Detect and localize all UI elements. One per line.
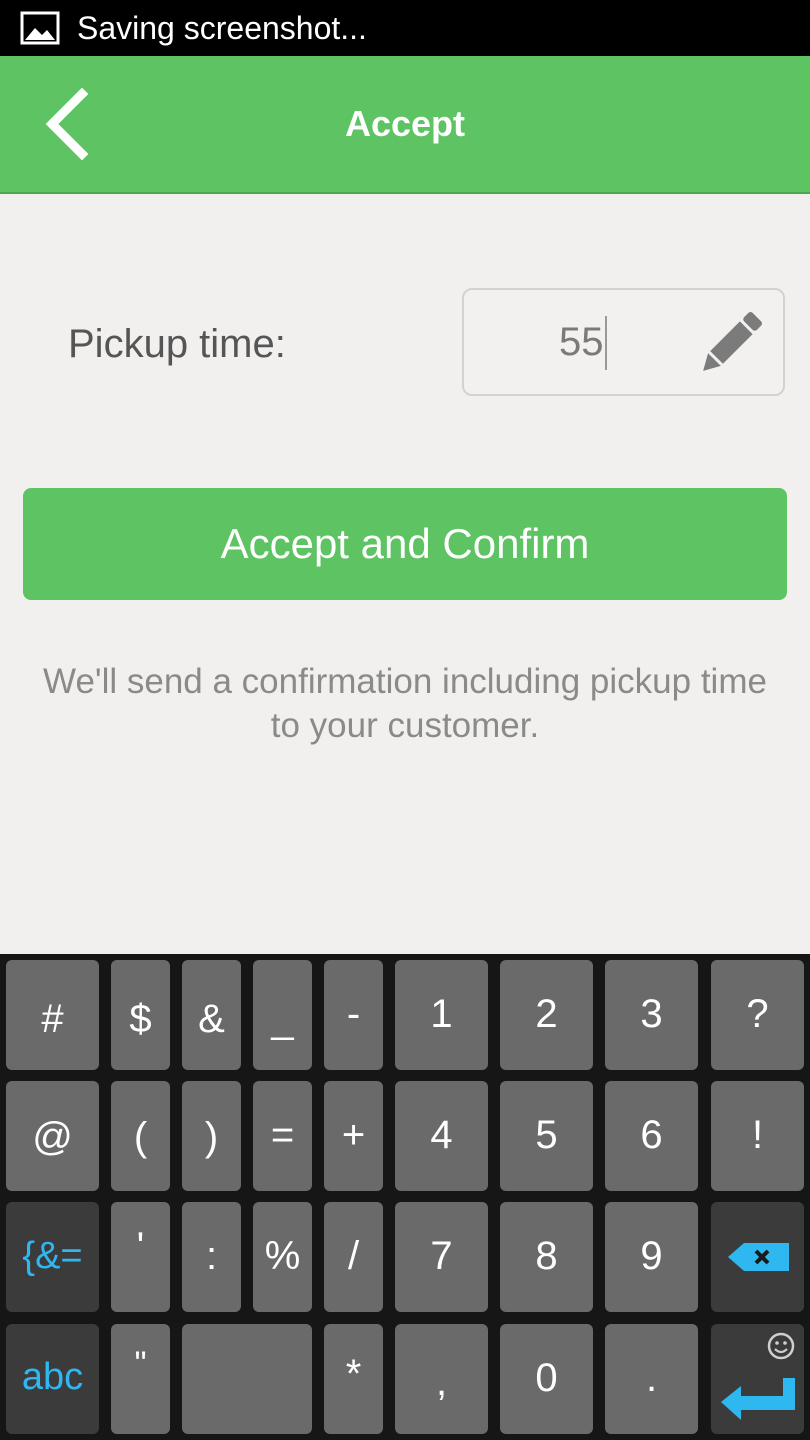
key-4[interactable]: 4: [395, 1081, 488, 1191]
key-backspace[interactable]: [711, 1202, 804, 1312]
pickup-time-field[interactable]: 55: [462, 288, 785, 396]
key-7[interactable]: 7: [395, 1202, 488, 1312]
app-bar: Accept: [0, 56, 810, 194]
key-5[interactable]: 5: [500, 1081, 593, 1191]
keyboard: # $ & _ - 1 2 3 ? @ ( ) = + 4 5 6 ! {&= …: [0, 954, 810, 1440]
key-question[interactable]: ?: [711, 960, 804, 1070]
pencil-icon[interactable]: [690, 304, 770, 384]
key-open-paren[interactable]: (: [111, 1081, 170, 1191]
key-3[interactable]: 3: [605, 960, 698, 1070]
key-slash[interactable]: /: [324, 1202, 383, 1312]
text-cursor: [605, 316, 607, 370]
key-period[interactable]: .: [605, 1324, 698, 1434]
enter-icon: [721, 1378, 795, 1420]
confirmation-info-text: We'll send a confirmation including pick…: [43, 662, 767, 745]
key-6[interactable]: 6: [605, 1081, 698, 1191]
key-enter[interactable]: [711, 1324, 804, 1434]
key-asterisk[interactable]: *: [324, 1324, 383, 1434]
accept-and-confirm-button[interactable]: Accept and Confirm: [23, 488, 787, 600]
key-ampersand[interactable]: &: [182, 960, 241, 1070]
key-close-paren[interactable]: ): [182, 1081, 241, 1191]
key-plus[interactable]: +: [324, 1081, 383, 1191]
key-equals[interactable]: =: [253, 1081, 312, 1191]
key-underscore[interactable]: _: [253, 960, 312, 1070]
key-minus[interactable]: -: [324, 960, 383, 1070]
pickup-time-value[interactable]: 55: [559, 318, 604, 366]
key-symbols-toggle[interactable]: {&=: [6, 1202, 99, 1312]
content-area: Pickup time: 55 Accept and Confirm We'll…: [0, 194, 810, 954]
key-comma[interactable]: ,: [395, 1324, 488, 1434]
key-9[interactable]: 9: [605, 1202, 698, 1312]
key-dollar[interactable]: $: [111, 960, 170, 1070]
status-text: Saving screenshot...: [77, 10, 367, 46]
status-bar: Saving screenshot...: [0, 0, 810, 56]
chevron-left-icon: [45, 87, 89, 161]
key-8[interactable]: 8: [500, 1202, 593, 1312]
pickup-time-label: Pickup time:: [68, 322, 286, 366]
key-1[interactable]: 1: [395, 960, 488, 1070]
key-0[interactable]: 0: [500, 1324, 593, 1434]
backspace-icon: [728, 1243, 789, 1271]
key-at[interactable]: @: [6, 1081, 99, 1191]
key-hash[interactable]: #: [6, 960, 99, 1070]
key-exclamation[interactable]: !: [711, 1081, 804, 1191]
key-quote[interactable]: ": [111, 1324, 170, 1434]
key-apostrophe[interactable]: ': [111, 1202, 170, 1312]
key-space[interactable]: [182, 1324, 312, 1434]
key-percent[interactable]: %: [253, 1202, 312, 1312]
key-abc[interactable]: abc: [6, 1324, 99, 1434]
image-icon: [20, 11, 60, 45]
key-colon[interactable]: :: [182, 1202, 241, 1312]
page-title: Accept: [344, 103, 466, 144]
key-2[interactable]: 2: [500, 960, 593, 1070]
back-button[interactable]: [30, 80, 110, 168]
